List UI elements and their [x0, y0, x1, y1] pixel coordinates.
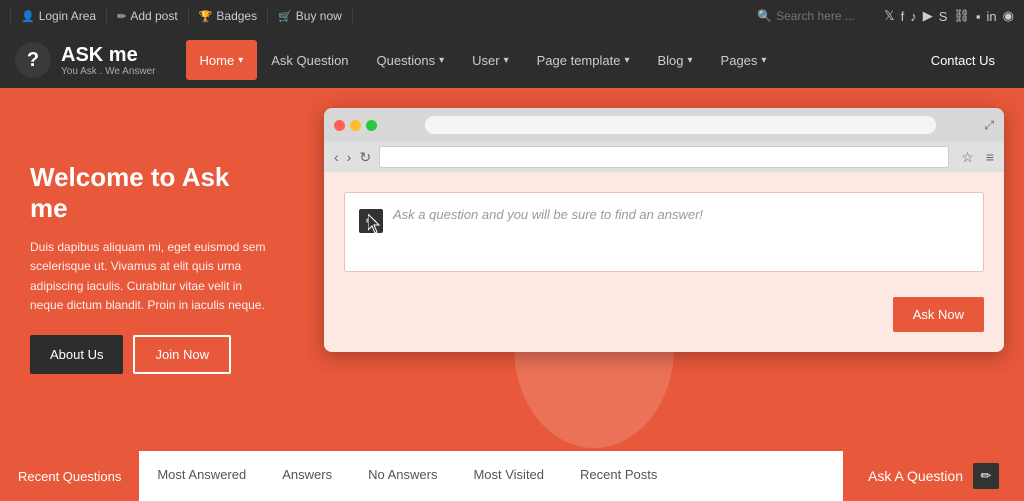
logo-title: ASK me — [61, 44, 156, 66]
topbar-login-label: Login Area — [39, 9, 96, 23]
tab-answers[interactable]: Answers — [264, 451, 350, 501]
topbar-right: 🔍 𝕏 f ♪ ▶ S ⛓ ▪ in ◉ — [757, 8, 1014, 24]
close-window-button[interactable] — [334, 120, 345, 131]
tiktok-icon[interactable]: ♪ — [910, 9, 917, 24]
browser-window-controls — [334, 120, 377, 131]
topbar-badges-label: Badges — [216, 9, 257, 23]
ask-placeholder-text: Ask a question and you will be sure to f… — [393, 207, 703, 222]
twitter-icon[interactable]: 𝕏 — [884, 8, 894, 24]
nav-blog[interactable]: Blog ▾ — [643, 32, 706, 88]
skype-icon[interactable]: S — [939, 9, 948, 24]
bookmark-icon[interactable]: ☆ — [961, 149, 974, 166]
expand-icon[interactable]: ⤢ — [984, 118, 994, 133]
nav-contact[interactable]: Contact Us — [917, 53, 1009, 68]
tab-most-visited[interactable]: Most Visited — [455, 451, 562, 501]
youtube-icon[interactable]: ▶ — [923, 8, 933, 24]
cart-icon: 🛒 — [278, 10, 292, 23]
nav-ask-question[interactable]: Ask Question — [257, 32, 362, 88]
search-box[interactable]: 🔍 — [757, 9, 876, 23]
square-icon[interactable]: ▪ — [976, 9, 981, 24]
tab-most-answered[interactable]: Most Answered — [139, 451, 264, 501]
pencil-box-icon: ✏ — [359, 209, 383, 233]
search-icon: 🔍 — [757, 9, 772, 23]
chevron-down-icon: ▾ — [688, 55, 693, 66]
forward-button[interactable]: › — [347, 149, 352, 165]
back-button[interactable]: ‹ — [334, 149, 339, 165]
chevron-down-icon: ▾ — [761, 55, 766, 66]
ask-input-area[interactable]: ✏ Ask a question and you will be sure to… — [344, 192, 984, 272]
navbar: ? ASK me You Ask . We Answer Home ▾ Ask … — [0, 32, 1024, 88]
topbar-addpost-label: Add post — [130, 9, 177, 23]
search-input[interactable] — [776, 9, 876, 23]
top-bar: 👤 Login Area ✏ Add post 🏆 Badges 🛒 Buy n… — [0, 0, 1024, 32]
logo-area[interactable]: ? ASK me You Ask . We Answer — [15, 42, 156, 78]
pencil-icon: ✏ — [117, 10, 126, 23]
nav-home[interactable]: Home ▾ — [186, 40, 258, 80]
chain-icon[interactable]: ⛓ — [953, 8, 970, 24]
chevron-down-icon: ▾ — [624, 55, 629, 66]
topbar-login[interactable]: 👤 Login Area — [10, 9, 107, 23]
logo-icon: ? — [15, 42, 51, 78]
nav-pages[interactable]: Pages ▾ — [707, 32, 781, 88]
hero-section: Welcome to Ask me Duis dapibus aliquam m… — [0, 88, 1024, 448]
topbar-buynow-label: Buy now — [296, 9, 342, 23]
chevron-down-icon: ▾ — [504, 55, 509, 66]
tab-no-answers[interactable]: No Answers — [350, 451, 455, 501]
minimize-window-button[interactable] — [350, 120, 361, 131]
ask-now-button[interactable]: Ask Now — [893, 297, 984, 332]
chevron-down-icon: ▾ — [238, 55, 243, 66]
maximize-window-button[interactable] — [366, 120, 377, 131]
bottom-tabs-bar: Recent Questions Most Answered Answers N… — [0, 448, 1024, 501]
logo-text: ASK me You Ask . We Answer — [61, 44, 156, 77]
topbar-left: 👤 Login Area ✏ Add post 🏆 Badges 🛒 Buy n… — [10, 9, 757, 23]
refresh-button[interactable]: ↻ — [359, 149, 371, 166]
browser-mockup: ⤢ ‹ › ↻ ☆ ≡ ✏ Ask a question and you wil… — [324, 108, 1004, 352]
join-now-button[interactable]: Join Now — [133, 335, 230, 374]
social-icons: 𝕏 f ♪ ▶ S ⛓ ▪ in ◉ — [884, 8, 1014, 24]
chevron-down-icon: ▾ — [439, 55, 444, 66]
nav-page-template[interactable]: Page template ▾ — [523, 32, 644, 88]
browser-nav-row: ‹ › ↻ ☆ ≡ — [324, 142, 1004, 172]
browser-menu-icon[interactable]: ≡ — [986, 149, 994, 165]
hero-description: Duis dapibus aliquam mi, eget euismod se… — [30, 238, 270, 315]
tab-recent-posts[interactable]: Recent Posts — [562, 451, 675, 501]
browser-url-bar-top — [425, 116, 936, 134]
browser-topbar: ⤢ — [324, 108, 1004, 142]
edit-icon: ✏ — [973, 463, 999, 489]
about-us-button[interactable]: About Us — [30, 335, 123, 374]
linkedin-icon[interactable]: in — [987, 9, 997, 24]
facebook-icon[interactable]: f — [901, 9, 905, 24]
nav-items: Home ▾ Ask Question Questions ▾ User ▾ P… — [186, 32, 917, 88]
browser-address-input[interactable] — [379, 146, 949, 168]
rss-icon[interactable]: ◉ — [1003, 8, 1014, 24]
logo-subtitle: You Ask . We Answer — [61, 66, 156, 77]
browser-body: ✏ Ask a question and you will be sure to… — [324, 172, 1004, 352]
tabs-list: Recent Questions Most Answered Answers N… — [0, 451, 843, 501]
hero-buttons: About Us Join Now — [30, 335, 270, 374]
topbar-buynow[interactable]: 🛒 Buy now — [268, 9, 353, 23]
trophy-icon: 🏆 — [199, 10, 213, 23]
hero-left: Welcome to Ask me Duis dapibus aliquam m… — [0, 132, 300, 404]
ask-question-label: Ask A Question — [868, 468, 963, 484]
hero-title: Welcome to Ask me — [30, 162, 270, 224]
tab-recent-questions[interactable]: Recent Questions — [0, 451, 139, 501]
ask-a-question-button[interactable]: Ask A Question ✏ — [843, 451, 1024, 501]
nav-questions[interactable]: Questions ▾ — [363, 32, 459, 88]
user-icon: 👤 — [21, 10, 35, 23]
topbar-badges[interactable]: 🏆 Badges — [189, 9, 268, 23]
nav-user[interactable]: User ▾ — [458, 32, 522, 88]
topbar-addpost[interactable]: ✏ Add post — [107, 9, 189, 23]
